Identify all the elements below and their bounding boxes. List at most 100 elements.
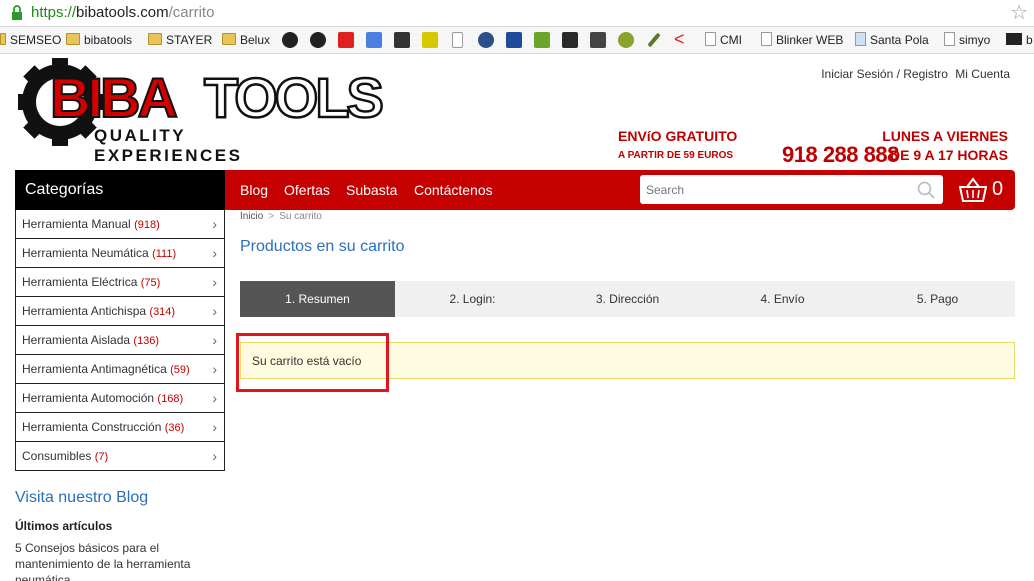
- category-count: (918): [134, 219, 160, 231]
- chevron-right-icon: ›: [212, 361, 217, 377]
- blog-post-link[interactable]: 5 Consejos básicos para el mantenimiento…: [15, 540, 215, 581]
- category-count: (7): [94, 451, 109, 463]
- category-count: (314): [149, 306, 176, 318]
- cart-button[interactable]: 0: [959, 176, 1009, 204]
- bookmark-star-icon[interactable]: ☆: [1010, 2, 1028, 24]
- step-resumen: 1. Resumen: [240, 281, 395, 317]
- breadcrumb-home[interactable]: Inicio: [240, 211, 263, 222]
- bookmark-label: STAYER: [166, 33, 213, 47]
- step-envio: 4. Envío: [760, 292, 805, 306]
- category-item[interactable]: Herramienta Construcción (36) ›: [15, 413, 225, 442]
- bookmark-label: Blinker WEB: [776, 33, 844, 47]
- bookmark-label: b: [1026, 33, 1033, 47]
- chevron-right-icon: ›: [212, 419, 217, 435]
- page-icon: [705, 32, 716, 46]
- bookmark-bibatools[interactable]: bibatools: [66, 32, 132, 48]
- cart-count: 0: [992, 178, 1004, 200]
- basket-icon: [959, 177, 987, 202]
- bookmark-favicon-icon[interactable]: [590, 32, 606, 48]
- folder-icon: [148, 33, 162, 45]
- page-title: Productos en su carrito: [240, 238, 405, 255]
- bookmark-label: SEMSEO: [10, 33, 62, 47]
- page-icon[interactable]: [452, 32, 463, 48]
- my-account-link[interactable]: Mi Cuenta: [955, 67, 1010, 81]
- address-bar[interactable]: https://bibatools.com/carrito ☆: [0, 0, 1034, 27]
- category-count: (136): [133, 335, 160, 347]
- folder-icon: [222, 33, 236, 45]
- bookmark-b[interactable]: b: [1006, 32, 1033, 48]
- bookmark-blinker-web[interactable]: Blinker WEB: [761, 32, 843, 48]
- step-direccion: 3. Dirección: [595, 292, 660, 306]
- bookmark-belux[interactable]: Belux: [222, 32, 270, 48]
- hours-time: DE 9 A 17 HORAS: [890, 147, 1008, 163]
- shipping-title: ENVíO GRATUITO: [618, 128, 738, 144]
- bookmark-label: Santa Pola: [870, 33, 929, 47]
- bookmark-favicon-icon[interactable]: [478, 32, 494, 48]
- search-icon[interactable]: [917, 181, 935, 199]
- category-item[interactable]: Herramienta Antimagnética (59) ›: [15, 355, 225, 384]
- bookmark-label: bibatools: [84, 33, 133, 47]
- category-item[interactable]: Herramienta Antichispa (314) ›: [15, 297, 225, 326]
- site-logo[interactable]: BIBA TOOLS QUALITY EXPERIENCES: [18, 58, 385, 165]
- category-name: Herramienta Neumática: [22, 246, 149, 260]
- folder-icon: [0, 33, 6, 45]
- bookmark-favicon-icon[interactable]: [310, 32, 326, 48]
- bookmark-simyo[interactable]: simyo: [944, 32, 990, 48]
- google-icon[interactable]: [366, 32, 382, 48]
- bookmark-favicon-icon: [1006, 33, 1022, 45]
- breadcrumb: Inicio > Su carrito: [240, 211, 322, 222]
- bookmark-favicon-icon[interactable]: [338, 32, 354, 48]
- bookmark-favicon-icon[interactable]: [394, 32, 410, 48]
- step-pago: 5. Pago: [916, 292, 959, 306]
- bookmark-label: CMI: [720, 33, 742, 47]
- category-list: Herramienta Manual (918) › Herramienta Ne…: [15, 210, 225, 471]
- category-item[interactable]: Herramienta Eléctrica (75) ›: [15, 268, 225, 297]
- nav-contactenos[interactable]: Contáctenos: [414, 182, 493, 198]
- logo-tagline: QUALITY EXPERIENCES: [94, 126, 243, 165]
- bookmark-cmi[interactable]: CMI: [705, 32, 742, 48]
- bookmark-favicon-icon[interactable]: [647, 32, 661, 48]
- category-count: (75): [140, 277, 161, 289]
- bookmark-favicon-icon[interactable]: [282, 32, 298, 48]
- nav-ofertas[interactable]: Ofertas: [284, 182, 330, 198]
- nav-blog[interactable]: Blog: [240, 182, 268, 198]
- logo-tools-text: TOOLS: [203, 66, 385, 129]
- bookmark-stayer[interactable]: STAYER: [148, 32, 212, 48]
- url-text[interactable]: https://bibatools.com/carrito: [31, 4, 214, 21]
- lock-icon: [12, 5, 22, 20]
- folder-icon: [66, 33, 80, 45]
- category-name: Consumibles: [22, 449, 92, 463]
- bookmark-semseo[interactable]: SEMSEO: [0, 32, 61, 48]
- bookmark-favicon-icon[interactable]: [534, 32, 550, 48]
- chevron-right-icon: ›: [212, 332, 217, 348]
- shipping-info: ENVíO GRATUITO A PARTIR DE 59 EUROS: [618, 128, 737, 161]
- checkout-steps: 1. Resumen 2. Login: 3. Dirección 4. Env…: [240, 281, 1015, 317]
- category-count: (59): [170, 364, 190, 376]
- category-name: Herramienta Aislada: [22, 333, 131, 347]
- hours-days: LUNES A VIERNES: [882, 128, 1008, 144]
- logo-biba-text: BIBA: [49, 66, 179, 129]
- login-link[interactable]: Iniciar Sesión / Registro: [821, 67, 948, 81]
- category-item[interactable]: Herramienta Aislada (136) ›: [15, 326, 225, 355]
- breadcrumb-current: Su carrito: [279, 211, 322, 222]
- search-input[interactable]: [640, 175, 900, 204]
- chevron-right-icon: ›: [212, 216, 217, 232]
- category-item[interactable]: Herramienta Automoción (168) ›: [15, 384, 225, 413]
- business-hours: LUNES A VIERNES DE 9 A 17 HORAS: [882, 128, 1008, 163]
- category-item[interactable]: Herramienta Manual (918) ›: [15, 210, 225, 239]
- paypal-icon[interactable]: [506, 32, 522, 48]
- search-box: [640, 175, 943, 204]
- bookmark-favicon-icon[interactable]: <: [674, 30, 690, 48]
- category-item[interactable]: Herramienta Neumática (111) ›: [15, 239, 225, 268]
- category-name: Herramienta Manual: [22, 217, 131, 231]
- nav-subasta[interactable]: Subasta: [346, 182, 397, 198]
- bookmark-santa-pola[interactable]: Santa Pola: [855, 32, 929, 48]
- category-item[interactable]: Consumibles (7) ›: [15, 442, 225, 471]
- step-login: 2. Login:: [449, 292, 496, 306]
- blog-title-link[interactable]: Visita nuestro Blog: [15, 489, 148, 507]
- bookmark-favicon-icon[interactable]: [562, 32, 578, 48]
- annotation-highlight-box: [236, 333, 389, 392]
- categories-title: Categorías: [15, 170, 225, 210]
- bookmark-favicon-icon[interactable]: [618, 32, 634, 48]
- bookmark-favicon-icon[interactable]: [422, 32, 438, 48]
